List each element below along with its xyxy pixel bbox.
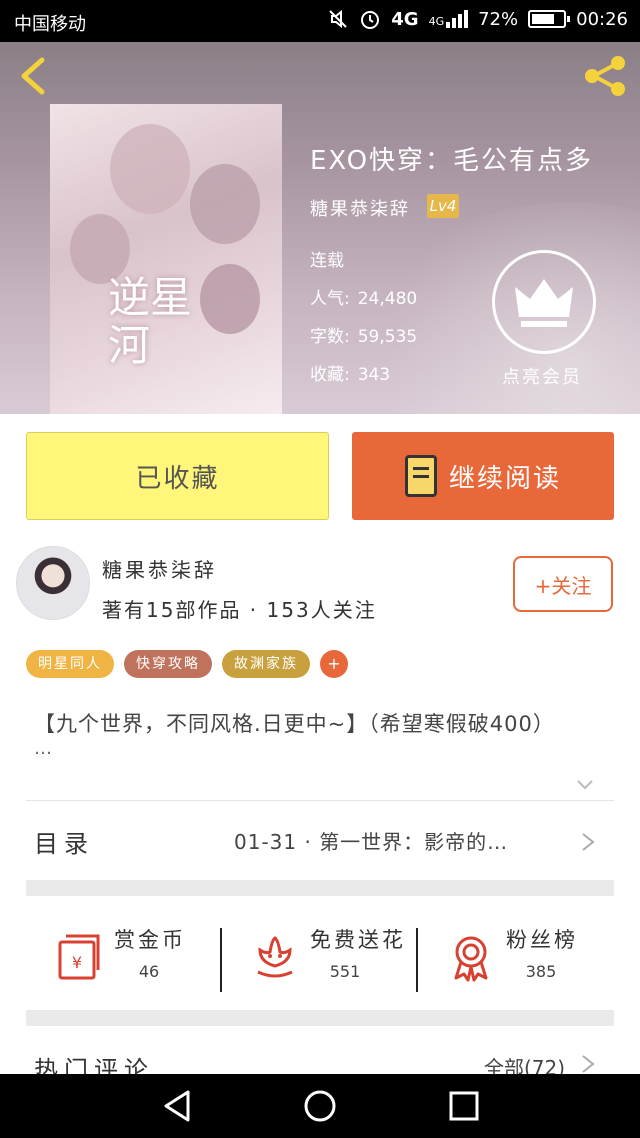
back-nav-icon[interactable] [160, 1088, 196, 1124]
red-envelope-icon: ¥ [58, 934, 100, 980]
toc-label: 目录 [34, 830, 94, 858]
chevron-down-icon[interactable] [576, 776, 594, 794]
tag-chip[interactable]: 故渊家族 [222, 650, 310, 678]
author-name[interactable]: 糖果恭柒辞 [102, 554, 217, 583]
mute-icon [329, 9, 347, 29]
flower-icon [257, 936, 293, 978]
book-icon [404, 455, 437, 497]
word-count-stat: 字数: 59,535 [310, 327, 418, 347]
author-level-badge: Lv4 [427, 194, 459, 218]
author-card[interactable]: 糖果恭柒辞 著有15部作品 · 153人关注 +关注 [0, 546, 640, 634]
reward-label: 免费送花 [310, 928, 406, 952]
vip-button[interactable] [492, 250, 596, 354]
section-divider [26, 1010, 614, 1026]
recents-nav-icon[interactable] [446, 1088, 482, 1124]
tag-chip[interactable]: 快穿攻略 [124, 650, 212, 678]
medal-icon [454, 936, 488, 982]
author-meta: 著有15部作品 · 153人关注 [102, 598, 377, 622]
status-icons: 4G 4G 72% 00:26 [327, 8, 628, 30]
status-bar: 中国移动 4G 4G 72% 00:26 [0, 0, 640, 42]
network-type: 4G [391, 8, 419, 30]
home-nav-icon[interactable] [302, 1088, 338, 1124]
network-type-2: 4G [429, 10, 469, 28]
clock: 00:26 [576, 8, 628, 30]
battery-percent: 72% [478, 8, 519, 30]
reward-bar: ¥ 赏金币 46 免费送花 551 粉丝榜 385 [26, 910, 614, 1010]
book-detail-content: 已收藏 继续阅读 糖果恭柒辞 著有15部作品 · 153人关注 +关注 明星同人… [0, 414, 640, 1084]
avatar[interactable] [16, 546, 90, 620]
serial-status: 连载 [310, 251, 344, 271]
send-flowers-button[interactable]: 免费送花 551 [222, 910, 418, 1010]
summary-ellipsis: … [34, 738, 52, 759]
latest-chapter[interactable]: 01-31 · 第一世界：影帝的… [234, 826, 508, 855]
continue-reading-label: 继续阅读 [448, 463, 561, 494]
system-nav-bar [0, 1074, 640, 1138]
section-divider [26, 880, 614, 896]
share-icon[interactable] [582, 56, 628, 96]
svg-text:¥: ¥ [72, 953, 82, 972]
tag-chip[interactable]: 明星同人 [26, 650, 114, 678]
favorited-button[interactable]: 已收藏 [26, 432, 329, 520]
book-cover[interactable]: 逆星河 [50, 104, 282, 414]
reward-coins-button[interactable]: ¥ 赏金币 46 [26, 910, 222, 1010]
book-header: 逆星河 EXO快穿：毛公有点多 糖果恭柒辞 Lv4 连载 人气: 24,480 字… [0, 42, 640, 414]
signal-icon [446, 10, 469, 28]
back-arrow-icon[interactable] [14, 56, 54, 96]
cover-title-art: 逆星河 [108, 273, 193, 370]
crown-icon [515, 279, 573, 327]
favorites-stat: 收藏: 343 [310, 365, 391, 385]
battery-icon [528, 10, 571, 28]
reward-value: 551 [329, 962, 361, 981]
header-author-name[interactable]: 糖果恭柒辞 [310, 195, 410, 221]
popularity-stat: 人气: 24,480 [310, 289, 418, 309]
reward-label: 粉丝榜 [506, 928, 578, 952]
book-summary[interactable]: 【九个世界，不同风格.日更中~】（希望寒假破400） [34, 708, 614, 738]
follow-button[interactable]: +关注 [513, 556, 613, 612]
tag-list: 明星同人 快穿攻略 故渊家族 + [26, 650, 348, 678]
table-of-contents-row[interactable]: 目录 01-31 · 第一世界：影帝的… [0, 800, 640, 880]
reward-value: 385 [525, 962, 557, 981]
chevron-right-icon[interactable] [580, 832, 596, 852]
chevron-right-icon[interactable] [580, 1054, 596, 1074]
continue-reading-button[interactable]: 继续阅读 [352, 432, 614, 520]
fan-ranking-button[interactable]: 粉丝榜 385 [418, 910, 614, 1010]
reward-label: 赏金币 [114, 928, 186, 952]
alarm-icon [361, 11, 380, 29]
vip-label[interactable]: 点亮会员 [502, 363, 582, 389]
carrier-name: 中国移动 [14, 14, 86, 35]
reward-value: 46 [138, 962, 160, 981]
book-title: EXO快穿：毛公有点多 [310, 146, 594, 176]
add-tag-button[interactable]: + [320, 650, 348, 678]
